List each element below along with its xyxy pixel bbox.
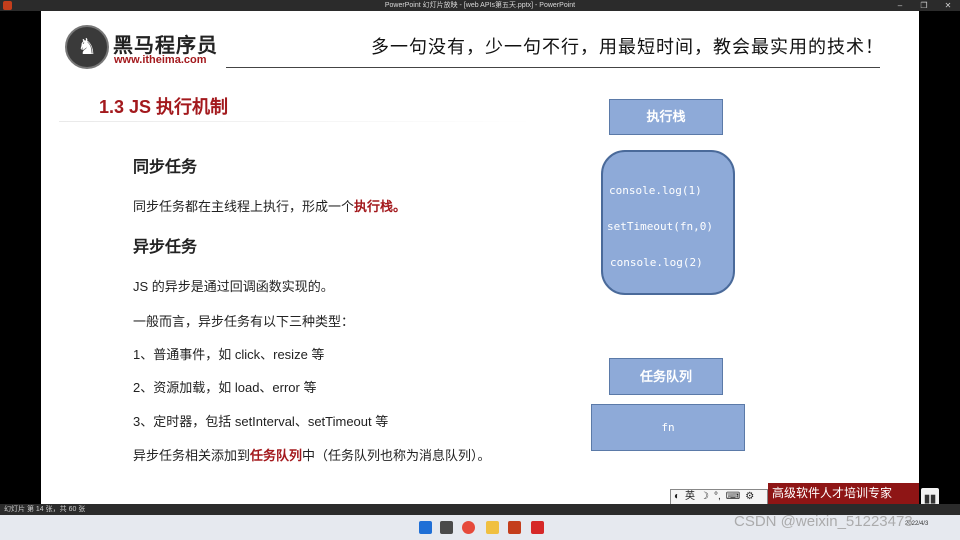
horse-logo-icon: ♞ <box>65 25 109 69</box>
queue-description: 异步任务相关添加到任务队列中（任务队列也称为消息队列）。 <box>133 445 491 464</box>
close-button[interactable]: ✕ <box>936 0 960 11</box>
powerpoint-taskbar-icon[interactable] <box>508 521 521 534</box>
app-taskbar-icon[interactable] <box>531 521 544 534</box>
ime-mode-icon[interactable]: ◐ <box>674 490 680 504</box>
queue-item: fn <box>661 421 675 434</box>
execution-stack-shape: console.log(1) setTimeout(fn,0) console.… <box>601 150 735 295</box>
sync-heading: 同步任务 <box>133 159 198 176</box>
queue-text-after: 中（任务队列也称为消息队列）。 <box>302 448 491 463</box>
sync-text: 同步任务都在主线程上执行，形成一个 <box>133 199 355 214</box>
task-queue-box: fn <box>591 404 745 451</box>
slide-count: 幻灯片 第 14 张，共 60 张 <box>4 506 86 513</box>
window-controls: – ❐ ✕ <box>888 0 960 11</box>
stack-item: console.log(1) <box>609 184 702 197</box>
ime-language-toggle[interactable]: 英 <box>685 490 695 504</box>
windows-start-icon[interactable] <box>419 521 432 534</box>
window-title-bar: PowerPoint 幻灯片放映 - [web APIs第五天.pptx] - … <box>0 0 960 11</box>
promo-banner: 高级软件人才培训专家 <box>768 483 919 504</box>
async-types-intro: 一般而言，异步任务有以下三种类型： <box>133 314 355 329</box>
logo-url: www.itheima.com <box>114 54 207 66</box>
section-title: 1.3 JS 执行机制 <box>99 97 229 117</box>
slide-canvas[interactable]: ♞ 黑马程序员 www.itheima.com 多一句没有，少一句不行，用最短时… <box>41 11 919 504</box>
header-divider <box>226 67 880 68</box>
file-explorer-icon[interactable] <box>486 521 499 534</box>
title-underline <box>59 121 534 122</box>
left-black-margin <box>0 11 41 504</box>
ime-toolbar[interactable]: ◐ 英 ☽ °, ⌨ ⚙ <box>670 489 768 504</box>
queue-highlight: 任务队列 <box>250 448 303 463</box>
punctuation-icon[interactable]: °, <box>714 490 721 504</box>
gear-icon[interactable]: ⚙ <box>745 490 754 504</box>
async-type-item: 3、定时器，包括 setInterval、setTimeout 等 <box>133 414 389 429</box>
stack-item: console.log(2) <box>610 256 703 269</box>
queue-text-before: 异步任务相关添加到 <box>133 448 251 463</box>
execution-stack-label: 执行栈 <box>609 99 723 135</box>
minimize-button[interactable]: – <box>888 0 912 11</box>
keyboard-icon[interactable]: ⌨ <box>726 490 740 504</box>
async-heading: 异步任务 <box>133 239 198 256</box>
restore-button[interactable]: ❐ <box>912 0 936 11</box>
stack-item: setTimeout(fn,0) <box>607 220 713 233</box>
sync-description: 同步任务都在主线程上执行，形成一个执行栈。 <box>133 196 406 215</box>
chrome-icon[interactable] <box>462 521 475 534</box>
moon-icon[interactable]: ☽ <box>700 490 709 504</box>
right-black-margin <box>919 11 960 504</box>
slogan: 多一句没有，少一句不行，用最短时间，教会最实用的技术！ <box>371 37 884 58</box>
window-title: PowerPoint 幻灯片放映 - [web APIs第五天.pptx] - … <box>384 2 576 9</box>
sync-highlight: 执行栈。 <box>354 199 407 214</box>
csdn-watermark: CSDN @weixin_51223473 <box>734 513 913 530</box>
async-type-item: 2、资源加载，如 load、error 等 <box>133 380 317 395</box>
brand-logo: ♞ 黑马程序员 www.itheima.com <box>65 25 221 79</box>
task-queue-label: 任务队列 <box>609 358 723 395</box>
task-view-icon[interactable] <box>440 521 453 534</box>
async-intro: JS 的异步是通过回调函数实现的。 <box>133 279 334 294</box>
async-type-item: 1、普通事件，如 click、resize 等 <box>133 347 325 362</box>
